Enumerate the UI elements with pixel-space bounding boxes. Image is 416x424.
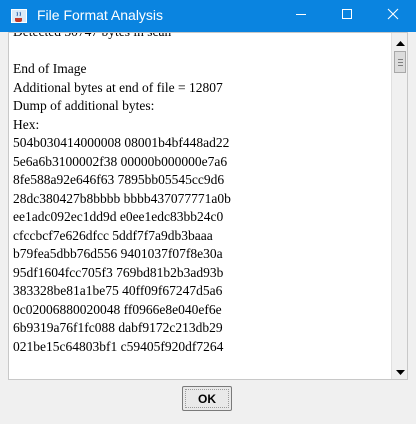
scroll-down-arrow-icon: [395, 362, 405, 380]
file-format-analysis-dialog: File Format Analysis Detected 30747 byte…: [0, 0, 416, 424]
text-line: ee1adc092ec1dd9d e0ee1edc83bb24c0: [13, 209, 224, 224]
scrollbar-thumb[interactable]: [394, 51, 406, 73]
scroll-pane: Detected 30747 bytes in scan End of Imag…: [8, 32, 408, 380]
ok-button[interactable]: OK: [182, 386, 232, 411]
text-line: 383328be81a1be75 40ff09f67247d5a6: [13, 283, 223, 298]
window-title: File Format Analysis: [37, 7, 164, 23]
maximize-button[interactable]: [324, 0, 370, 32]
maximize-icon: [341, 7, 353, 25]
vertical-scrollbar[interactable]: [391, 33, 407, 380]
text-line: 6b9319a76f1fc088 dabf9172c213db29: [13, 320, 223, 335]
analysis-text-lines: Detected 30747 bytes in scan End of Imag…: [13, 33, 231, 356]
text-line: b79fea5dbb76d556 9401037f07f8e30a: [13, 246, 223, 261]
text-line: Additional bytes at end of file = 12807: [13, 79, 223, 95]
java-cup-icon: [11, 9, 27, 23]
text-line: 5e6a6b3100002f38 00000b000000e7a6: [13, 153, 228, 169]
scroll-down-button[interactable]: [392, 362, 407, 380]
text-line: 95df1604fcc705f3 769bd81b2b3ad93b: [13, 264, 224, 280]
text-line: cfccbcf7e626dfcc 5ddf7f7a9db3baaa: [13, 227, 213, 243]
close-icon: [387, 7, 399, 25]
text-line: 021be15c64803bf1 c59405f920df7264: [13, 338, 224, 354]
minimize-icon: [295, 7, 307, 25]
title-bar[interactable]: File Format Analysis: [0, 0, 416, 32]
text-line: Dump of additional bytes:: [13, 98, 155, 113]
text-line: [13, 42, 231, 61]
analysis-text-area[interactable]: Detected 30747 bytes in scan End of Imag…: [9, 33, 391, 379]
text-line: 8fe588a92e646f63 7895bb05545cc9d6: [13, 172, 225, 187]
scroll-up-button[interactable]: [392, 33, 407, 51]
text-line: Hex:: [13, 116, 40, 132]
thumb-grip-line: [398, 59, 403, 60]
text-line: 504b030414000008 08001b4bf448ad22: [13, 135, 230, 150]
text-line: 28dc380427b8bbbb bbbb437077771a0b: [13, 190, 231, 206]
minimize-button[interactable]: [278, 0, 324, 32]
text-line: 0c02006880020048 ff0966e8e040ef6e: [13, 301, 222, 317]
close-button[interactable]: [370, 0, 416, 32]
thumb-grip-line: [398, 65, 403, 66]
text-line: End of Image: [13, 61, 87, 76]
scroll-up-arrow-icon: [395, 33, 405, 51]
thumb-grip-line: [398, 62, 403, 63]
text-line: Detected 30747 bytes in scan: [13, 33, 231, 42]
